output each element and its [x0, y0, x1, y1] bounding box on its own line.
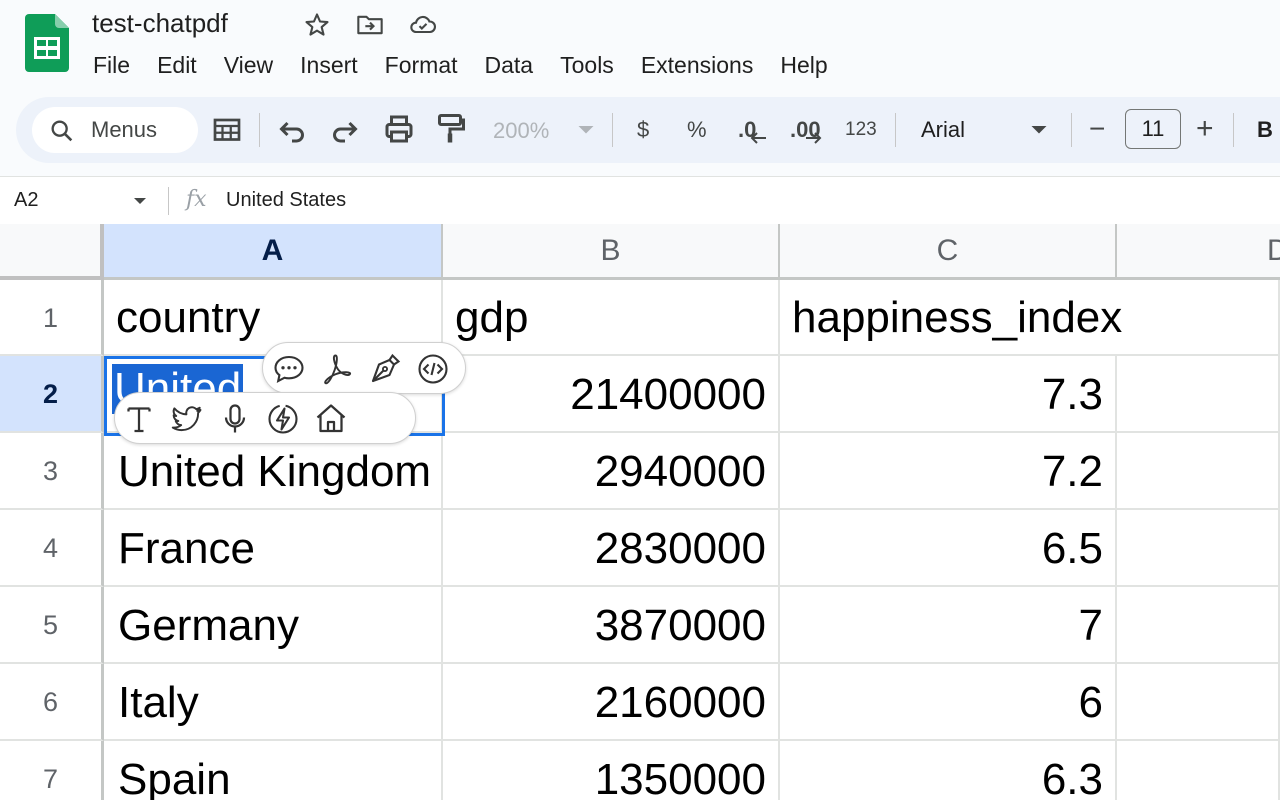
menu-file[interactable]: File: [93, 50, 144, 80]
spreadsheet-grid: A B C D 1 2 3 4 5 6 7 country gdp happin…: [0, 224, 1280, 800]
cell-c2[interactable]: 7.3: [780, 356, 1117, 433]
chevron-down-icon[interactable]: [130, 193, 150, 209]
column-header-c[interactable]: C: [780, 224, 1117, 280]
pdf-icon[interactable]: [319, 351, 355, 387]
row-header-1[interactable]: 1: [0, 280, 104, 356]
star-icon[interactable]: [303, 11, 331, 39]
more-formats-button[interactable]: 123: [845, 119, 877, 141]
cell-d5[interactable]: [1117, 587, 1280, 664]
font-select[interactable]: Arial: [921, 117, 965, 143]
zoom-select[interactable]: 200%: [493, 118, 549, 144]
cell-d6[interactable]: [1117, 664, 1280, 741]
menu-extensions[interactable]: Extensions: [641, 50, 768, 80]
cell-d2[interactable]: [1117, 356, 1280, 433]
cloud-saved-icon[interactable]: [409, 11, 437, 39]
row-header-4[interactable]: 4: [0, 510, 104, 587]
arrow-right-icon: [806, 132, 822, 144]
row-header-6[interactable]: 6: [0, 664, 104, 741]
text-icon[interactable]: [121, 401, 157, 437]
column-header-a[interactable]: A: [104, 224, 443, 280]
print-icon[interactable]: [381, 111, 417, 147]
cell-a5[interactable]: Germany: [104, 587, 443, 664]
cell-c6[interactable]: 6: [780, 664, 1117, 741]
paint-format-icon[interactable]: [432, 111, 468, 147]
menu-help[interactable]: Help: [780, 50, 841, 80]
sheets-logo-icon[interactable]: [25, 14, 69, 72]
row-header-2[interactable]: 2: [0, 356, 104, 433]
toolbar: Menus 200% $ % .0 .00 123 Arial − 11 + B: [16, 97, 1280, 163]
menu-view[interactable]: View: [224, 50, 287, 80]
toolbar-divider: [259, 113, 260, 147]
column-header-d[interactable]: D: [1117, 224, 1280, 280]
fx-icon: fx: [186, 187, 207, 212]
cell-c7[interactable]: 6.3: [780, 741, 1117, 800]
cell-a6[interactable]: Italy: [104, 664, 443, 741]
twitter-icon[interactable]: [169, 401, 205, 437]
comment-icon[interactable]: [271, 351, 307, 387]
increase-font-size-button[interactable]: +: [1196, 112, 1214, 146]
cell-a7[interactable]: Spain: [104, 741, 443, 800]
menu-bar: File Edit View Insert Format Data Tools …: [93, 50, 855, 80]
toolbar-divider: [1071, 113, 1072, 147]
selection-popup-bottom: [114, 392, 416, 444]
toolbar-divider: [1233, 113, 1234, 147]
cell-b2[interactable]: 21400000: [443, 356, 780, 433]
cell-d3[interactable]: [1117, 433, 1280, 510]
menus-search[interactable]: Menus: [32, 107, 198, 153]
table-icon[interactable]: [209, 111, 245, 147]
row-header-7[interactable]: 7: [0, 741, 104, 800]
formula-input[interactable]: United States: [226, 189, 346, 212]
move-folder-icon[interactable]: [356, 11, 384, 39]
cell-b6[interactable]: 2160000: [443, 664, 780, 741]
arrow-left-icon: [750, 132, 766, 144]
home-icon[interactable]: [313, 401, 349, 437]
currency-format-button[interactable]: $: [637, 117, 649, 143]
row-header-5[interactable]: 5: [0, 587, 104, 664]
search-icon: [51, 120, 73, 142]
pen-icon[interactable]: [367, 351, 403, 387]
name-box[interactable]: A2: [14, 189, 38, 212]
chevron-down-icon[interactable]: [1021, 111, 1057, 147]
cell-c3[interactable]: 7.2: [780, 433, 1117, 510]
cell-c1[interactable]: happiness_index: [780, 280, 1280, 356]
title-bar: test-chatpdf File Edit View Insert Forma…: [0, 0, 1280, 96]
cell-a4[interactable]: France: [104, 510, 443, 587]
decrease-font-size-button[interactable]: −: [1089, 113, 1105, 145]
microphone-icon[interactable]: [217, 401, 253, 437]
column-header-b[interactable]: B: [443, 224, 780, 280]
toolbar-divider: [612, 113, 613, 147]
menu-edit[interactable]: Edit: [157, 50, 211, 80]
cell-a3[interactable]: United Kingdom: [104, 433, 443, 510]
cell-b3[interactable]: 2940000: [443, 433, 780, 510]
cell-b1[interactable]: gdp: [443, 280, 780, 356]
chevron-down-icon[interactable]: [568, 111, 604, 147]
cell-c4[interactable]: 6.5: [780, 510, 1117, 587]
menu-tools[interactable]: Tools: [560, 50, 628, 80]
formula-divider: [168, 187, 169, 215]
cell-c5[interactable]: 7: [780, 587, 1117, 664]
code-icon[interactable]: [415, 351, 451, 387]
menu-insert[interactable]: Insert: [300, 50, 372, 80]
menu-data[interactable]: Data: [485, 50, 548, 80]
document-title[interactable]: test-chatpdf: [92, 8, 228, 39]
percent-format-button[interactable]: %: [687, 117, 707, 143]
cell-b4[interactable]: 2830000: [443, 510, 780, 587]
selection-popup-top: [262, 342, 466, 394]
undo-icon[interactable]: [274, 111, 310, 147]
formula-bar: A2 fx United States: [0, 176, 1280, 225]
bold-button[interactable]: B: [1257, 117, 1273, 143]
cell-d4[interactable]: [1117, 510, 1280, 587]
cell-b7[interactable]: 1350000: [443, 741, 780, 800]
redo-icon[interactable]: [327, 111, 363, 147]
toolbar-divider: [895, 113, 896, 147]
menus-search-label: Menus: [91, 117, 158, 142]
lightning-icon[interactable]: [265, 401, 301, 437]
menu-format[interactable]: Format: [385, 50, 472, 80]
cell-d7[interactable]: [1117, 741, 1280, 800]
select-all-corner[interactable]: [0, 224, 104, 280]
cell-b5[interactable]: 3870000: [443, 587, 780, 664]
row-header-3[interactable]: 3: [0, 433, 104, 510]
font-size-input[interactable]: 11: [1125, 109, 1181, 149]
